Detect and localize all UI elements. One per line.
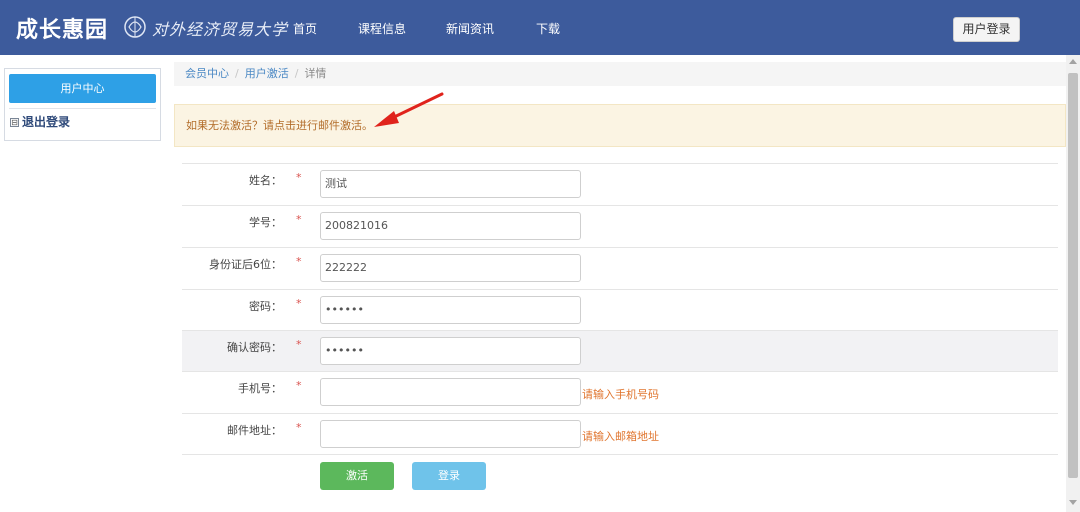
nav-course-info[interactable]: 课程信息 [358, 20, 406, 37]
form-row-email: 邮件地址： * 请输入邮箱地址 [182, 413, 1058, 455]
confirm-password-input[interactable]: •••••• [320, 337, 581, 365]
nav-download[interactable]: 下载 [536, 20, 560, 37]
form-row-password: 密码： * •••••• [182, 289, 1058, 331]
nav-home[interactable]: 首页 [293, 20, 317, 37]
form-row-name: 姓名： * 测试 [182, 163, 1058, 205]
collapse-icon: ⊟ [10, 118, 19, 127]
email-activation-alert[interactable]: 如果无法激活？请点击进行邮件激活。 [174, 104, 1066, 147]
form-row-phone: 手机号： * 请输入手机号码 [182, 371, 1058, 413]
university-emblem-icon [124, 16, 146, 38]
sidebar-item-logout-label: 退出登录 [22, 115, 71, 129]
required-marker: * [296, 338, 302, 351]
id-last6-input[interactable]: 222222 [320, 254, 581, 282]
required-marker: * [296, 421, 302, 434]
form-row-id-last6: 身份证后6位： * 222222 [182, 247, 1058, 289]
scroll-thumb[interactable] [1068, 73, 1078, 478]
breadcrumb-user-activation[interactable]: 用户激活 [245, 67, 289, 80]
login-button[interactable]: 登录 [412, 462, 486, 490]
site-logo[interactable]: 成长惠园 [16, 12, 108, 44]
form-row-confirm-password: 确认密码： * •••••• [182, 330, 1058, 372]
red-arrow-annotation [374, 92, 444, 127]
sidebar-item-logout[interactable]: ⊟ 退出登录 [10, 113, 70, 130]
field-label-password: 密码： [249, 300, 282, 313]
breadcrumb-current: 详情 [304, 67, 327, 80]
required-marker: * [296, 379, 302, 392]
activate-button[interactable]: 激活 [320, 462, 394, 490]
university-name: 对外经济贸易大学 [152, 20, 289, 39]
field-label-confirm-password: 确认密码： [227, 341, 282, 354]
user-login-button[interactable]: 用户登录 [953, 17, 1020, 42]
required-marker: * [296, 171, 302, 184]
required-marker: * [296, 297, 302, 310]
password-input[interactable]: •••••• [320, 296, 581, 324]
name-input[interactable]: 测试 [320, 170, 581, 198]
form-row-student-id: 学号： * 200821016 [182, 205, 1058, 247]
form-bottom-divider [182, 454, 1058, 455]
sidebar-divider [9, 108, 156, 109]
scroll-down-icon[interactable] [1069, 500, 1077, 505]
breadcrumb: 会员中心 / 用户激活 / 详情 [174, 62, 1066, 86]
email-input[interactable] [320, 420, 581, 448]
sidebar-item-user-center[interactable]: 用户中心 [9, 74, 156, 103]
field-label-id-last6: 身份证后6位： [209, 258, 282, 271]
top-navbar: 成长惠园 对外经济贸易大学 首页 课程信息 新闻资讯 下载 用户登录 [0, 0, 1080, 55]
field-label-phone: 手机号： [238, 382, 282, 395]
student-id-input[interactable]: 200821016 [320, 212, 581, 240]
phone-hint: 请输入手机号码 [582, 388, 659, 401]
breadcrumb-separator: / [294, 67, 299, 80]
breadcrumb-separator: / [235, 67, 239, 80]
required-marker: * [296, 213, 302, 226]
scrollbar[interactable] [1066, 55, 1080, 512]
breadcrumb-member-center[interactable]: 会员中心 [185, 67, 229, 80]
sidebar: 用户中心 ⊟ 退出登录 [4, 68, 161, 141]
field-label-student-id: 学号： [249, 216, 282, 229]
phone-input[interactable] [320, 378, 581, 406]
required-marker: * [296, 255, 302, 268]
email-hint: 请输入邮箱地址 [582, 430, 659, 443]
nav-news[interactable]: 新闻资讯 [446, 20, 494, 37]
field-label-email: 邮件地址： [227, 424, 282, 437]
field-label-name: 姓名： [249, 174, 282, 187]
scroll-up-icon[interactable] [1069, 59, 1077, 64]
